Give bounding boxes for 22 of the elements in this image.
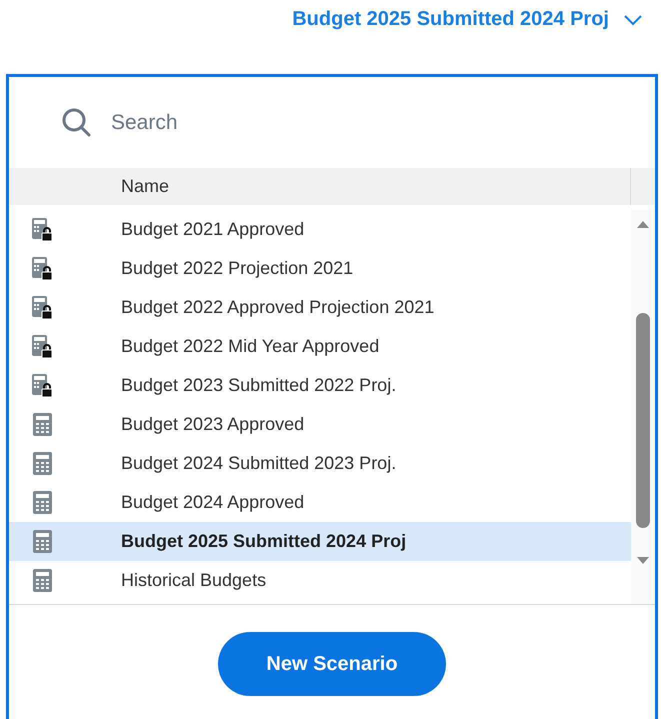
new-scenario-button[interactable]: New Scenario — [218, 632, 446, 696]
calculator-icon — [31, 490, 55, 516]
calculator-icon — [31, 528, 55, 554]
scroll-up-icon[interactable] — [636, 220, 650, 229]
list-row[interactable]: Budget 2024 Submitted 2023 Proj. — [9, 444, 631, 483]
list-row[interactable]: Budget 2023 Approved — [9, 405, 631, 444]
list-row[interactable]: Budget 2022 Approved Projection 2021 — [9, 288, 631, 327]
calculator-icon — [31, 450, 55, 476]
search-icon — [61, 106, 93, 138]
chevron-down-icon — [623, 14, 643, 26]
scenario-dropdown[interactable]: Budget 2025 Submitted 2024 Proj — [292, 8, 643, 31]
scroll-down-icon[interactable] — [636, 556, 650, 565]
list-row[interactable]: Budget 2022 Projection 2021 — [9, 249, 631, 288]
list-row[interactable]: Budget 2022 Mid Year Approved — [9, 327, 631, 366]
calculator-icon — [31, 412, 55, 438]
list-row[interactable]: Budget 2021 Approved — [9, 210, 631, 249]
list-row[interactable]: Budget 2025 Submitted 2024 Proj — [9, 522, 631, 561]
list-row[interactable]: Budget 2024 Approved — [9, 483, 631, 522]
list-row[interactable]: Historical Budgets — [9, 561, 631, 600]
scrollbar-thumb[interactable] — [636, 313, 650, 528]
list-row[interactable]: Budget 2023 Submitted 2022 Proj. — [9, 366, 631, 405]
calculator-icon — [31, 568, 55, 594]
